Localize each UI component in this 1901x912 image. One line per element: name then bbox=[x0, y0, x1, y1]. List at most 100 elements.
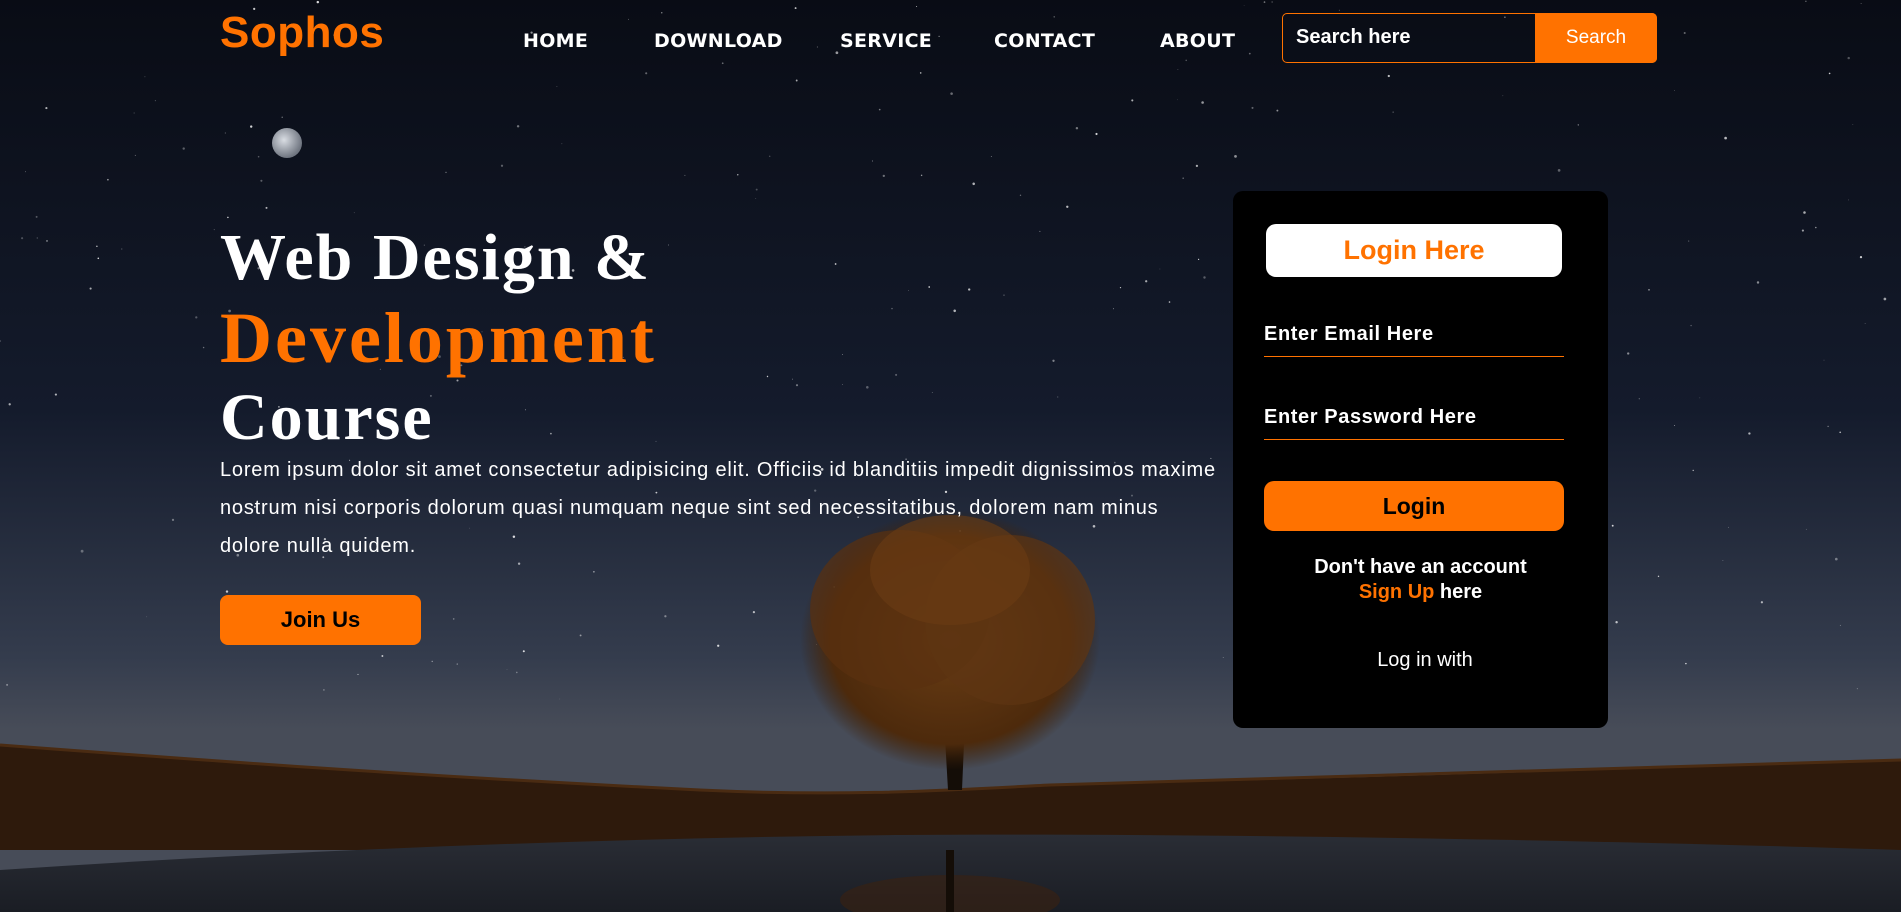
star-dot bbox=[146, 616, 148, 618]
star-dot bbox=[323, 689, 325, 691]
star-dot bbox=[968, 288, 971, 291]
star-dot bbox=[1690, 324, 1692, 327]
star-dot bbox=[353, 212, 355, 214]
star-dot bbox=[1338, 9, 1340, 11]
brand-logo[interactable]: Sophos bbox=[220, 8, 384, 58]
star-dot bbox=[1177, 99, 1179, 101]
star-dot bbox=[1057, 396, 1059, 398]
join-us-button[interactable]: Join Us bbox=[220, 595, 421, 645]
star-dot bbox=[1722, 560, 1724, 561]
star-dot bbox=[561, 143, 563, 145]
star-dot bbox=[661, 12, 663, 14]
nav-download[interactable]: DOWNLOAD bbox=[654, 30, 783, 52]
star-dot bbox=[1387, 74, 1390, 78]
star-dot bbox=[841, 384, 843, 385]
star-dot bbox=[265, 206, 268, 209]
star-dot bbox=[795, 384, 799, 387]
star-dot bbox=[1839, 431, 1842, 434]
password-field[interactable] bbox=[1264, 396, 1564, 440]
star-dot bbox=[791, 378, 794, 380]
star-dot bbox=[1674, 90, 1675, 91]
star-dot bbox=[816, 46, 818, 48]
star-dot bbox=[25, 171, 27, 173]
star-dot bbox=[456, 663, 458, 665]
star-dot bbox=[1131, 99, 1134, 102]
star-dot bbox=[645, 72, 648, 75]
star-dot bbox=[6, 683, 9, 686]
star-dot bbox=[834, 263, 837, 265]
star-dot bbox=[516, 125, 520, 128]
star-dot bbox=[755, 188, 758, 191]
star-dot bbox=[1805, 528, 1807, 530]
search-input[interactable] bbox=[1283, 14, 1533, 61]
signup-link[interactable]: Sign Up bbox=[1359, 581, 1435, 603]
star-dot bbox=[1638, 398, 1640, 400]
star-dot bbox=[1883, 297, 1887, 301]
star-dot bbox=[1251, 106, 1254, 109]
login-button[interactable]: Login bbox=[1264, 481, 1564, 531]
star-dot bbox=[1864, 323, 1866, 324]
star-dot bbox=[1263, 1, 1266, 3]
star-dot bbox=[1075, 126, 1079, 130]
nav-contact[interactable]: CONTACT bbox=[994, 30, 1095, 52]
hero-title-line2: Development bbox=[220, 298, 657, 378]
star-dot bbox=[556, 86, 558, 87]
star-dot bbox=[107, 178, 109, 181]
star-dot bbox=[1234, 155, 1237, 158]
star-dot bbox=[664, 615, 667, 618]
search-bar: Search bbox=[1282, 12, 1657, 63]
star-dot bbox=[171, 518, 175, 522]
star-dot bbox=[452, 618, 455, 620]
star-dot bbox=[1657, 575, 1660, 578]
star-dot bbox=[1727, 526, 1729, 528]
star-dot bbox=[281, 116, 283, 118]
star-dot bbox=[1243, 5, 1245, 6]
star-dot bbox=[45, 107, 48, 110]
no-account-text: Don't have an account bbox=[1314, 556, 1527, 578]
star-dot bbox=[919, 72, 922, 74]
star-dot bbox=[1019, 194, 1022, 196]
star-dot bbox=[144, 76, 146, 78]
log-in-with-label: Log in with bbox=[1377, 649, 1473, 671]
star-dot bbox=[8, 403, 11, 406]
star-dot bbox=[1168, 301, 1171, 303]
email-field[interactable] bbox=[1264, 313, 1564, 357]
star-dot bbox=[516, 671, 518, 674]
star-dot bbox=[1095, 132, 1098, 136]
star-dot bbox=[1827, 425, 1829, 428]
nav-service[interactable]: SERVICE bbox=[840, 30, 932, 52]
star-dot bbox=[316, 0, 320, 4]
star-dot bbox=[842, 354, 843, 355]
star-dot bbox=[506, 669, 508, 670]
star-dot bbox=[1248, 52, 1251, 55]
star-dot bbox=[1688, 240, 1690, 242]
login-card: Login Here Login Don't have an account S… bbox=[1233, 191, 1608, 728]
nav-about[interactable]: ABOUT bbox=[1160, 30, 1235, 52]
star-dot bbox=[257, 155, 260, 158]
star-dot bbox=[1271, 1, 1273, 3]
star-dot bbox=[1859, 256, 1863, 259]
star-dot bbox=[916, 6, 918, 7]
star-dot bbox=[953, 309, 956, 313]
star-dot bbox=[21, 237, 24, 240]
star-dot bbox=[1182, 177, 1184, 179]
star-dot bbox=[1860, 3, 1862, 5]
star-dot bbox=[721, 62, 724, 65]
star-dot bbox=[381, 655, 384, 657]
star-dot bbox=[260, 179, 263, 182]
moon-icon bbox=[272, 128, 302, 158]
star-dot bbox=[182, 147, 185, 150]
star-dot bbox=[1805, 0, 1807, 2]
star-dot bbox=[1699, 397, 1701, 399]
nav-home[interactable]: HOME bbox=[523, 30, 588, 52]
star-dot bbox=[225, 590, 229, 593]
login-card-title: Login Here bbox=[1266, 224, 1562, 277]
star-dot bbox=[357, 673, 359, 675]
star-dot bbox=[1801, 229, 1804, 232]
star-dot bbox=[1828, 72, 1831, 75]
star-dot bbox=[36, 237, 38, 239]
star-dot bbox=[1683, 31, 1686, 35]
star-dot bbox=[768, 155, 771, 158]
search-button[interactable]: Search bbox=[1535, 12, 1657, 63]
star-dot bbox=[1201, 101, 1204, 104]
